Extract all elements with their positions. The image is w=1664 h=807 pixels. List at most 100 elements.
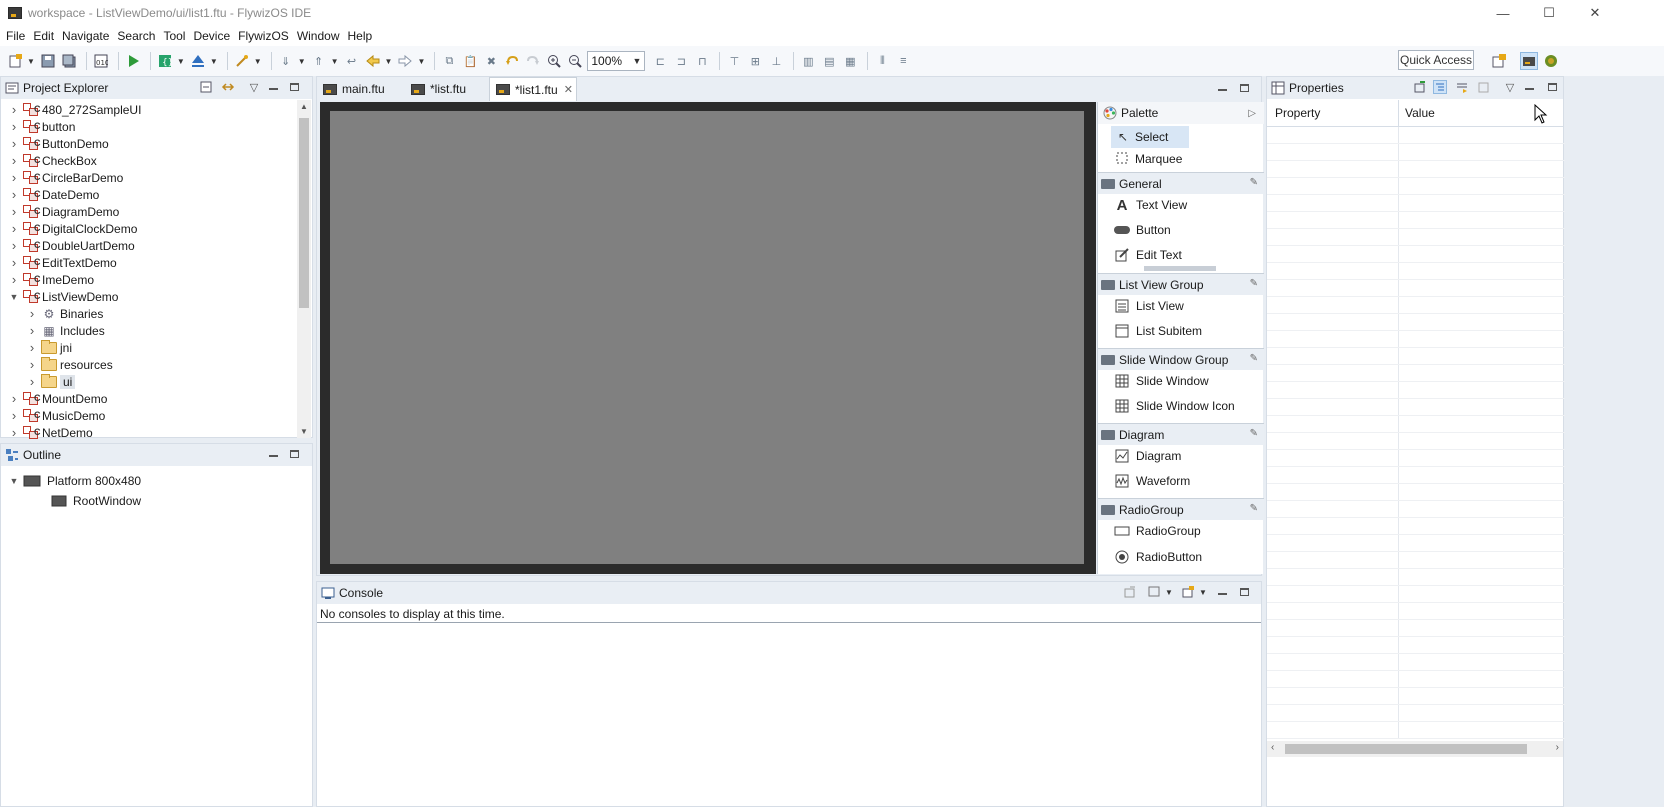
restore-default-icon[interactable] — [1477, 80, 1491, 94]
maximize-icon[interactable] — [287, 447, 301, 461]
paste-icon[interactable]: 📋 — [461, 52, 479, 70]
close-button[interactable]: ✕ — [1572, 0, 1618, 26]
chevron-right-icon[interactable]: › — [27, 374, 37, 389]
copy-icon[interactable]: ⧉ — [440, 52, 458, 70]
back-dropdown-icon[interactable]: ▼ — [385, 57, 393, 66]
property-row[interactable] — [1267, 297, 1565, 314]
tree-item-buttondemo[interactable]: › C ButtonDemo — [9, 135, 109, 152]
palette-item-waveform[interactable]: Waveform — [1114, 470, 1190, 492]
tree-item-diagramdemo[interactable]: › C DiagramDemo — [9, 203, 120, 220]
display-console-icon[interactable] — [1147, 585, 1161, 599]
tree-item-edittextdemo[interactable]: › C EditTextDemo — [9, 254, 117, 271]
wand-icon[interactable] — [233, 52, 251, 70]
tab-list-ftu[interactable]: *list.ftu — [405, 77, 491, 101]
maximize-icon[interactable] — [1545, 80, 1559, 94]
maximize-icon[interactable] — [1237, 81, 1251, 95]
tree-item-binaries[interactable]: › ⚙ Binaries — [27, 305, 104, 322]
palette-tool-marquee[interactable]: Marquee — [1115, 148, 1182, 170]
chevron-right-icon[interactable]: › — [9, 119, 19, 134]
property-row[interactable] — [1267, 722, 1565, 739]
chevron-down-icon[interactable]: ▼ — [9, 476, 19, 486]
redo-icon[interactable] — [524, 52, 542, 70]
align-right-icon[interactable]: ⊓ — [693, 52, 711, 70]
minimize-button[interactable]: — — [1480, 0, 1526, 26]
collapse-all-icon[interactable] — [199, 80, 213, 94]
column-divider[interactable] — [1398, 100, 1399, 127]
open-console-dropdown-icon[interactable]: ▼ — [1199, 588, 1207, 597]
property-row[interactable] — [1267, 246, 1565, 263]
tree-item-mountdemo[interactable]: › C MountDemo — [9, 390, 108, 407]
palette-collapse-icon[interactable]: ▷ — [1248, 108, 1256, 119]
palette-item-text-view[interactable]: A Text View — [1114, 194, 1188, 216]
show-categories-icon[interactable] — [1433, 80, 1447, 94]
align-middle-icon[interactable]: ⊞ — [746, 52, 764, 70]
property-row[interactable] — [1267, 212, 1565, 229]
palette-section-general[interactable]: General ✎ — [1098, 172, 1264, 194]
property-row[interactable] — [1267, 603, 1565, 620]
property-row[interactable] — [1267, 569, 1565, 586]
up-arrow-icon[interactable]: ⇑ — [310, 52, 328, 70]
pin-properties-icon[interactable] — [1413, 80, 1427, 94]
menu-edit[interactable]: Edit — [33, 29, 61, 43]
chevron-right-icon[interactable]: › — [9, 170, 19, 185]
distribute-h-icon[interactable]: ⫴ — [873, 52, 891, 70]
tree-item-digitalclockdemo[interactable]: › C DigitalClockDemo — [9, 220, 138, 237]
open-console-icon[interactable] — [1181, 585, 1195, 599]
scroll-up-icon[interactable]: ▲ — [300, 102, 308, 111]
minimize-icon[interactable] — [1215, 81, 1229, 95]
debug-dropdown-icon[interactable]: ▼ — [177, 57, 185, 66]
palette-item-edit-text[interactable]: Edit Text — [1114, 244, 1182, 266]
chevron-right-icon[interactable]: › — [9, 408, 19, 423]
palette-item-button[interactable]: Button — [1114, 219, 1171, 241]
save-icon[interactable] — [39, 52, 57, 70]
tree-item-doubleuartdemo[interactable]: › C DoubleUartDemo — [9, 237, 135, 254]
property-row[interactable] — [1267, 518, 1565, 535]
chevron-right-icon[interactable]: › — [9, 425, 19, 440]
palette-section-slide-window-group[interactable]: Slide Window Group ✎ — [1098, 348, 1264, 370]
forward-dropdown-icon[interactable]: ▼ — [417, 57, 425, 66]
palette-section-list-view-group[interactable]: List View Group ✎ — [1098, 273, 1264, 295]
property-row[interactable] — [1267, 637, 1565, 654]
pin-icon[interactable]: ✎ — [1250, 177, 1258, 188]
maximize-icon[interactable] — [287, 80, 301, 94]
design-canvas[interactable] — [330, 111, 1084, 564]
back-icon[interactable] — [364, 52, 382, 70]
tree-item-checkbox[interactable]: › C CheckBox — [9, 152, 97, 169]
tab-main-ftu[interactable]: main.ftu — [317, 77, 409, 101]
chevron-right-icon[interactable]: › — [9, 187, 19, 202]
tree-item-netdemo[interactable]: › C NetDemo — [9, 424, 93, 441]
download-dropdown-icon[interactable]: ▼ — [210, 57, 218, 66]
property-row[interactable] — [1267, 399, 1565, 416]
match-height-icon[interactable]: ▤ — [820, 52, 838, 70]
download-icon[interactable] — [189, 52, 207, 70]
menu-window[interactable]: Window — [297, 29, 347, 43]
down-dropdown-icon[interactable]: ▼ — [298, 57, 306, 66]
down-arrow-icon[interactable]: ⇓ — [277, 52, 295, 70]
property-row[interactable] — [1267, 450, 1565, 467]
properties-hscrollbar[interactable]: ‹ › — [1267, 741, 1563, 757]
palette-section-diagram[interactable]: Diagram ✎ — [1098, 423, 1264, 445]
property-row[interactable] — [1267, 161, 1565, 178]
display-console-dropdown-icon[interactable]: ▼ — [1165, 588, 1173, 597]
last-edit-icon[interactable]: ↩ — [343, 52, 361, 70]
property-row[interactable] — [1267, 195, 1565, 212]
palette-item-list-view[interactable]: List View — [1114, 295, 1184, 317]
scroll-left-icon[interactable]: ‹ — [1271, 742, 1274, 753]
cpp-perspective-icon[interactable] — [1542, 52, 1560, 70]
minimize-icon[interactable] — [1215, 585, 1229, 599]
forward-icon[interactable] — [396, 52, 414, 70]
minimize-icon[interactable] — [1522, 80, 1536, 94]
property-row[interactable] — [1267, 654, 1565, 671]
tree-item-button[interactable]: › Cbutton — [9, 118, 76, 135]
close-tab-icon[interactable]: ✕ — [564, 83, 573, 96]
distribute-v-icon[interactable]: ≡ — [894, 52, 912, 70]
property-row[interactable] — [1267, 229, 1565, 246]
chevron-right-icon[interactable]: › — [27, 357, 37, 372]
property-row[interactable] — [1267, 484, 1565, 501]
property-row[interactable] — [1267, 467, 1565, 484]
pin-icon[interactable]: ✎ — [1250, 353, 1258, 364]
build-icon[interactable]: 010 — [92, 52, 110, 70]
maximize-button[interactable]: ☐ — [1526, 0, 1572, 26]
chevron-right-icon[interactable]: › — [27, 323, 37, 338]
chevron-right-icon[interactable]: › — [9, 204, 19, 219]
